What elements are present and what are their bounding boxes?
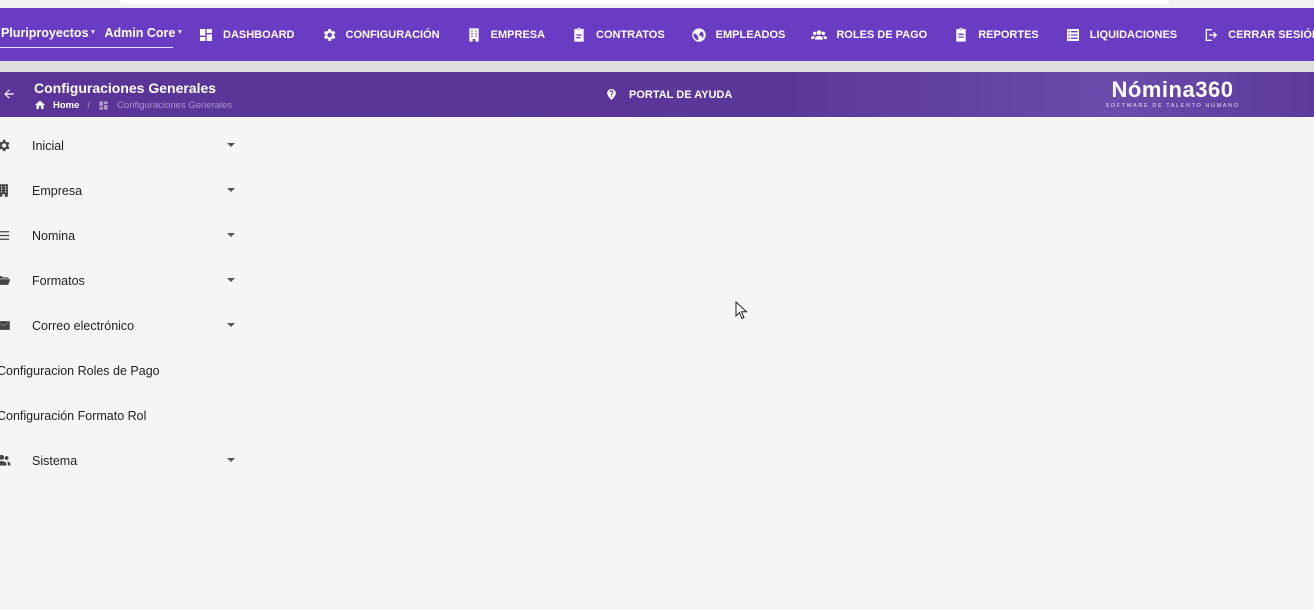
breadcrumb-current: Configuraciones Generales xyxy=(117,99,233,111)
sidebar-item-sistema[interactable]: Sistema xyxy=(0,438,245,483)
chevron-down-icon xyxy=(227,233,235,237)
chevron-down-icon: ▼ xyxy=(89,29,97,36)
envelope-icon xyxy=(0,318,11,333)
top-navbar: Pluriproyectos ▼ Admin Core ▼ DASHBOARD CO… xyxy=(0,8,1314,61)
nav-empresa[interactable]: EMPRESA xyxy=(466,27,545,43)
sidebar-item-inicial[interactable]: Inicial xyxy=(0,123,245,168)
report-icon xyxy=(956,27,966,42)
gear-icon xyxy=(323,28,335,41)
sidebar-item-configuracion-roles[interactable]: Configuracion Roles de Pago xyxy=(0,348,245,393)
users-icon xyxy=(0,453,11,468)
app-logo: Nómina360 SOFTWARE DE TALENTO HUMANO xyxy=(1100,78,1245,110)
logout-icon xyxy=(1205,28,1218,41)
sidebar-item-label: Inicial xyxy=(32,139,64,153)
help-icon xyxy=(607,89,616,100)
nav-empresa-label: EMPRESA xyxy=(490,28,546,41)
menu-icon xyxy=(0,228,11,243)
nav-cerrar-sesion[interactable]: CERRAR SESIÓN xyxy=(1203,27,1314,43)
nav-liquidaciones[interactable]: LIQUIDACIONES xyxy=(1065,27,1177,43)
mouse-cursor-icon xyxy=(735,301,748,320)
nav-dashboard-label: DASHBOARD xyxy=(223,28,295,41)
sidebar-item-label: Sistema xyxy=(32,454,78,468)
nav-dashboard[interactable]: DASHBOARD xyxy=(198,27,295,43)
dashboard-icon xyxy=(99,100,108,110)
breadcrumb-separator: / xyxy=(87,99,91,111)
sidebar-item-label: Configuración Formato Rol xyxy=(0,409,147,423)
list-icon xyxy=(1066,28,1079,41)
nav-empleados[interactable]: EMPLEADOS xyxy=(691,27,786,43)
sidebar-item-nomina[interactable]: Nomina xyxy=(0,213,245,258)
sidebar-menu: Inicial Empresa Nomina Formatos Correo e… xyxy=(0,123,245,483)
nav-contratos[interactable]: CONTRATOS xyxy=(571,27,665,43)
nav-reportes[interactable]: REPORTES xyxy=(953,27,1039,43)
separator-strip xyxy=(0,61,1314,72)
nav-reportes-label: REPORTES xyxy=(978,28,1039,41)
users-icon xyxy=(811,29,828,40)
gear-icon xyxy=(0,138,11,153)
top-strip xyxy=(0,0,1314,8)
chevron-down-icon: ▼ xyxy=(176,29,184,36)
clipboard-icon xyxy=(574,27,584,42)
company-selector[interactable]: Pluriproyectos ▼ xyxy=(1,26,96,40)
sidebar-item-label: Nomina xyxy=(32,229,76,243)
sidebar-item-configuracion-formato-rol[interactable]: Configuración Formato Rol xyxy=(0,393,245,438)
help-portal-link[interactable]: PORTAL DE AYUDA xyxy=(605,88,732,101)
dashboard-icon xyxy=(200,28,212,41)
nav-cerrar-sesion-label: CERRAR SESIÓN xyxy=(1228,28,1314,41)
nav-configuracion-label: CONFIGURACIÓN xyxy=(345,28,440,41)
help-portal-label: PORTAL DE AYUDA xyxy=(629,88,733,101)
chevron-down-icon xyxy=(227,323,235,327)
role-selector[interactable]: Admin Core ▼ xyxy=(104,26,183,40)
page-title: Configuraciones Generales xyxy=(34,80,217,96)
sidebar-item-label: Empresa xyxy=(32,184,83,198)
sidebar-item-label: Correo electrónico xyxy=(32,319,135,333)
sidebar-item-label: Formatos xyxy=(32,274,85,288)
back-button[interactable] xyxy=(2,87,16,101)
company-selector-value: Pluriproyectos xyxy=(1,25,89,40)
logo-name: Nómina360 xyxy=(1111,77,1234,102)
chevron-down-icon xyxy=(227,458,235,462)
page-header: Configuraciones Generales Home / Configu… xyxy=(0,72,1314,117)
chevron-down-icon xyxy=(227,188,235,192)
arrow-left-icon xyxy=(4,89,14,99)
nav-empleados-label: EMPLEADOS xyxy=(715,28,786,41)
top-strip-pill xyxy=(120,0,1170,4)
nav-roles-de-pago-label: ROLES DE PAGO xyxy=(836,28,928,41)
context-selectors: Pluriproyectos ▼ Admin Core ▼ xyxy=(0,18,183,48)
home-icon xyxy=(35,100,45,109)
chevron-down-icon xyxy=(227,143,235,147)
sidebar-item-formatos[interactable]: Formatos xyxy=(0,258,245,303)
globe-icon xyxy=(692,27,706,42)
chevron-down-icon xyxy=(227,278,235,282)
breadcrumb-home[interactable]: Home xyxy=(53,100,79,111)
role-selector-value: Admin Core xyxy=(104,25,176,40)
breadcrumb: Home / Configuraciones Generales xyxy=(34,99,232,111)
nav-configuracion[interactable]: CONFIGURACIÓN xyxy=(321,27,440,43)
main-nav: DASHBOARD CONFIGURACIÓN EMPRESA CONTRATO… xyxy=(198,8,1314,61)
sidebar-item-empresa[interactable]: Empresa xyxy=(0,168,245,213)
nav-roles-de-pago[interactable]: ROLES DE PAGO xyxy=(811,27,927,43)
sidebar-item-label: Configuracion Roles de Pago xyxy=(0,364,160,378)
nav-contratos-label: CONTRATOS xyxy=(596,28,665,41)
nav-liquidaciones-label: LIQUIDACIONES xyxy=(1089,28,1178,41)
sidebar-item-correo[interactable]: Correo electrónico xyxy=(0,303,245,348)
folder-icon xyxy=(0,273,11,288)
building-icon xyxy=(0,183,11,198)
building-icon xyxy=(468,27,479,42)
logo-tagline: SOFTWARE DE TALENTO HUMANO xyxy=(1105,103,1240,109)
